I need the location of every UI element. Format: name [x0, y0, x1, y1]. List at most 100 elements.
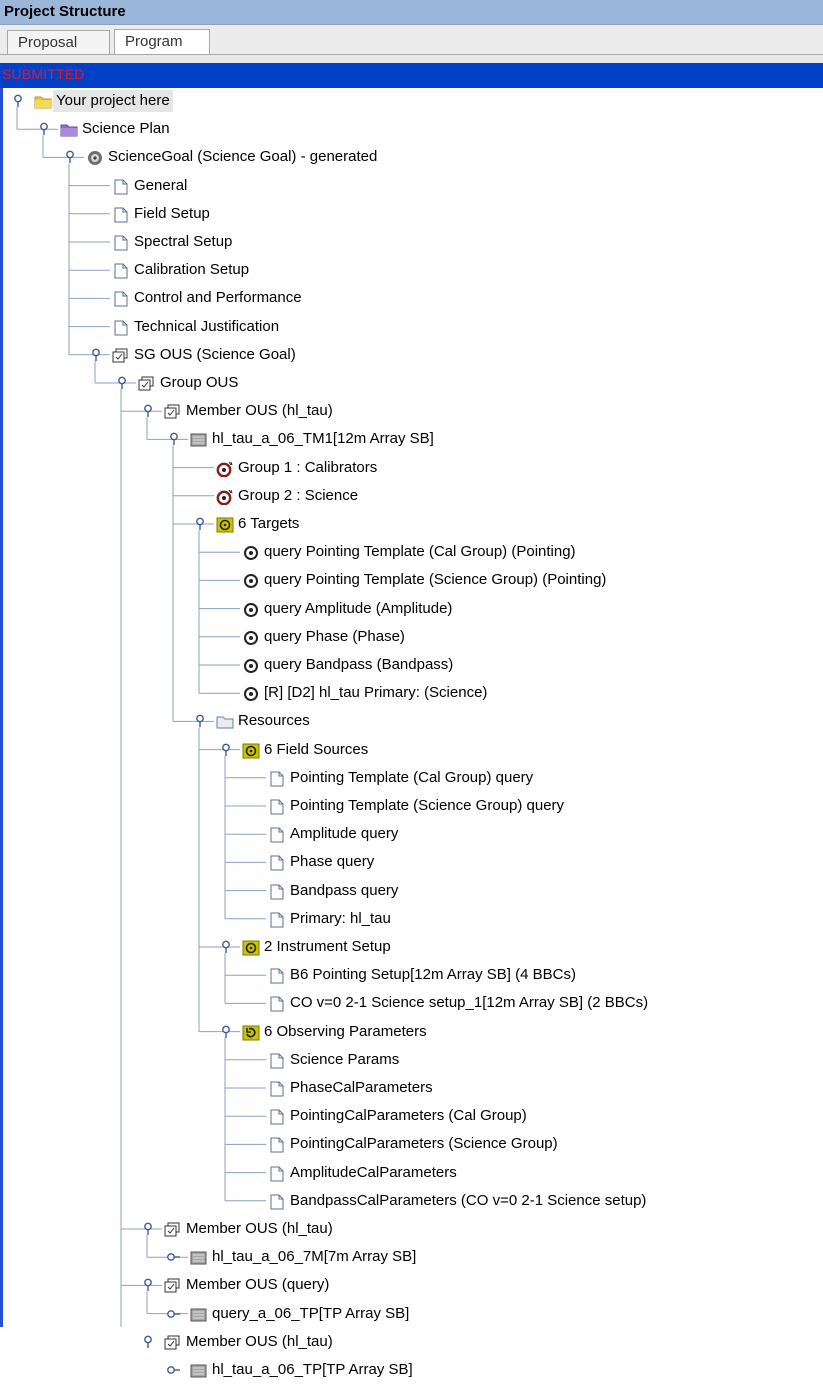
- expand-handle-open-icon[interactable]: [193, 517, 207, 531]
- target-icon: [242, 602, 258, 617]
- panel-title-bar: Project Structure: [0, 0, 823, 25]
- document-icon: [268, 912, 284, 928]
- folder-icon: [216, 714, 234, 729]
- status-text: SUBMITTED: [2, 66, 85, 82]
- scheduling-block-icon: [190, 1307, 207, 1322]
- folder-purple-icon: [60, 122, 78, 137]
- expand-handle-open-icon[interactable]: [37, 122, 51, 136]
- expand-handle-open-icon[interactable]: [167, 432, 181, 446]
- tree-node-label: query_a_06_TP[TP Array SB]: [212, 1304, 410, 1322]
- tree-node-label: CO v=0 2-1 Science setup_1[12m Array SB]…: [290, 994, 649, 1012]
- project-tree[interactable]: Your project here Science Plan ScienceGoal…: [0, 88, 823, 1378]
- tree-node-label: Pointing Template (Science Group) query: [290, 797, 565, 814]
- tree-node-label: Pointing Template (Cal Group) query: [290, 768, 534, 786]
- tree-node-label: Member OUS (hl_tau): [186, 1332, 333, 1350]
- tree-node-label: Bandpass query: [290, 881, 399, 899]
- target-icon: [242, 573, 258, 589]
- document-icon: [268, 968, 284, 984]
- tab-strip: [0, 54, 823, 63]
- target-folder-icon: [242, 743, 260, 759]
- ous-icon: [164, 404, 180, 419]
- ous-icon: [164, 1222, 180, 1237]
- tree-node-label: Science Plan: [82, 120, 170, 138]
- document-icon: [268, 1137, 284, 1153]
- ous-icon: [112, 348, 128, 363]
- science-goal-icon: [86, 150, 102, 166]
- expand-handle-closed-icon[interactable]: [167, 1307, 181, 1321]
- document-icon: [268, 1194, 284, 1210]
- target-icon: [242, 545, 258, 561]
- expand-handle-open-icon[interactable]: [141, 1222, 155, 1236]
- document-icon: [112, 263, 128, 279]
- tree-node-label: query Bandpass (Bandpass): [264, 656, 454, 673]
- expand-handle-closed-icon[interactable]: [167, 1250, 181, 1264]
- tab-proposal[interactable]: Proposal: [7, 30, 110, 55]
- tab-bar: Proposal Program: [0, 25, 823, 63]
- status-bar: SUBMITTED: [0, 63, 823, 88]
- document-icon: [268, 996, 284, 1012]
- expand-handle-open-icon[interactable]: [141, 1278, 155, 1292]
- expand-handle-closed-icon[interactable]: [167, 1363, 181, 1377]
- target-icon: [242, 658, 258, 673]
- document-icon: [268, 1053, 284, 1069]
- tree-node-label: hl_tau_a_06_TM1[12m Array SB]: [212, 430, 434, 448]
- expand-handle-open-icon[interactable]: [219, 743, 233, 757]
- tree-node-label: Group 1 : Calibrators: [238, 458, 378, 476]
- tree-node-label: query Amplitude (Amplitude): [264, 599, 453, 617]
- document-icon: [112, 179, 128, 195]
- document-icon: [268, 855, 284, 871]
- expand-handle-open-icon[interactable]: [193, 714, 207, 728]
- ous-icon: [138, 376, 154, 391]
- tree-node-label: Member OUS (hl_tau): [186, 402, 333, 420]
- tree-node-label: Calibration Setup: [134, 261, 250, 279]
- tree-node-label: 2 Instrument Setup: [264, 938, 391, 955]
- tree-node-label: Technical Justification: [134, 317, 280, 335]
- tree-node-label: hl_tau_a_06_TP[TP Array SB]: [212, 1361, 413, 1378]
- tree-node-label: B6 Pointing Setup[12m Array SB] (4 BBCs): [290, 966, 576, 984]
- document-icon: [268, 799, 284, 815]
- tree-node-label: BandpassCalParameters (CO v=0 2-1 Scienc…: [290, 1191, 647, 1209]
- tree-node-label: 6 Field Sources: [264, 740, 369, 758]
- scheduling-block-icon: [190, 432, 207, 447]
- tree-node-label: Control and Performance: [134, 289, 302, 307]
- tree-node-label: Group 2 : Science: [238, 486, 359, 504]
- tree-node-label: 6 Observing Parameters: [264, 1022, 427, 1040]
- tree-node-label: query Pointing Template (Cal Group) (Poi…: [264, 543, 576, 561]
- tree-node-label: SG OUS (Science Goal): [134, 345, 296, 363]
- document-icon: [112, 207, 128, 223]
- target-icon: [242, 686, 258, 702]
- tab-program[interactable]: Program: [114, 29, 210, 55]
- folder-yellow-icon: [34, 94, 52, 109]
- tree-node-label: Group OUS: [160, 374, 239, 391]
- expand-handle-open-icon[interactable]: [219, 940, 233, 954]
- tree-node-label: query Pointing Template (Science Group) …: [264, 571, 607, 589]
- document-icon: [268, 1081, 284, 1097]
- expand-handle-open-icon[interactable]: [11, 94, 25, 108]
- target-folder-icon: [242, 940, 260, 956]
- tree-node-label: General: [134, 176, 188, 194]
- expand-handle-open-icon[interactable]: [141, 404, 155, 418]
- tree-node-label: Amplitude query: [290, 825, 399, 843]
- tree-node-label: query Phase (Phase): [264, 627, 405, 645]
- tree-node-label: Member OUS (hl_tau): [186, 1220, 333, 1237]
- tree-node-label: AmplitudeCalParameters: [290, 1163, 457, 1181]
- ous-icon: [164, 1278, 180, 1293]
- tree-node-label: PhaseCalParameters: [290, 1079, 433, 1096]
- tree-node-label: Science Params: [290, 1050, 400, 1068]
- document-icon: [268, 1166, 284, 1182]
- expand-handle-open-icon[interactable]: [89, 348, 103, 362]
- expand-handle-open-icon[interactable]: [219, 1025, 233, 1039]
- document-icon: [268, 1109, 284, 1125]
- document-icon: [112, 291, 128, 307]
- tree-node-label: Field Setup: [134, 204, 210, 222]
- expand-handle-open-icon[interactable]: [63, 150, 77, 164]
- expand-handle-open-icon[interactable]: [115, 376, 129, 390]
- document-icon: [268, 827, 284, 843]
- tab-proposal-label: Proposal: [18, 34, 78, 51]
- tree-node-label: Member OUS (query): [186, 1276, 330, 1294]
- document-icon: [112, 320, 128, 336]
- expand-handle-open-icon[interactable]: [141, 1335, 155, 1349]
- tree-node-label: Phase query: [290, 853, 375, 871]
- tree-node-label: ScienceGoal (Science Goal) - generated: [108, 148, 378, 166]
- panel-title: Project Structure: [4, 3, 126, 20]
